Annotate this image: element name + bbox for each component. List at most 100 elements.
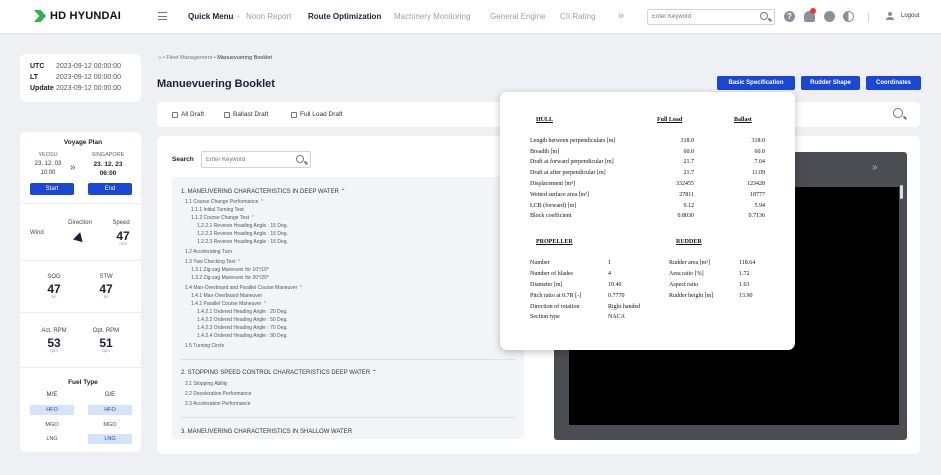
nav-cii-rating[interactable]: CII Rating	[560, 12, 596, 21]
menu-icon[interactable]	[158, 12, 167, 20]
hull-row-label: Breadth [m]	[530, 149, 560, 155]
ballast-header: Ballast	[734, 117, 752, 123]
wind-label: Wind	[30, 230, 44, 236]
toc-item[interactable]: 2.3 Acceleration Performance	[185, 401, 251, 407]
search-icon[interactable]	[296, 155, 304, 163]
rudder-row-value: 118.64	[739, 260, 756, 266]
hull-row-full: 0.8030	[677, 213, 695, 219]
hull-row-full: 21.7	[683, 159, 695, 165]
toc-item[interactable]: 2.2 Deceleration Performance	[185, 391, 251, 397]
all-draft-checkbox[interactable]: All Draft	[172, 111, 204, 118]
toc-item[interactable]: 1.1 Course Change Performance ⌃	[185, 199, 264, 205]
toc-item[interactable]: 1.3.1 Zig-zag Maneuver for 10°/10°	[191, 267, 269, 273]
search-icon[interactable]	[893, 108, 903, 118]
toc-item[interactable]: 1.4.2.4 Ordered Heading Angle : 90 Deg.	[197, 333, 288, 339]
home-icon[interactable]: ⌂	[158, 55, 161, 61]
toc-item[interactable]: 1.1.1 Initial Turning Test	[191, 207, 244, 213]
coordinates-button[interactable]: Coordinates	[866, 76, 921, 90]
propeller-row-value: 4	[608, 271, 611, 277]
nav-route-optimization[interactable]: Route Optimization	[308, 12, 381, 21]
toc-item[interactable]: 1.2 Accelerating Turn	[185, 249, 232, 255]
top-search-box[interactable]	[647, 9, 775, 25]
checkbox-box[interactable]	[224, 111, 230, 118]
toc-item[interactable]: 1.3 Yaw Checking Test ⌃	[185, 259, 241, 265]
nav-noon-report[interactable]: Noon Report	[246, 12, 291, 21]
hull-row-label: Length between perpendiculars [m]	[530, 138, 616, 144]
route-arrow-icon: »	[70, 162, 76, 173]
rudder-shape-button[interactable]: Rudder Shape	[801, 76, 860, 90]
rudder-row-value: 1.63	[739, 282, 750, 288]
opt-rpm-label: Opt. RPM	[92, 328, 120, 334]
hull-row-full: 9.12	[683, 203, 695, 209]
gear-icon[interactable]	[824, 11, 835, 22]
viewer-scrollbar[interactable]	[900, 185, 903, 199]
hull-row-ballast: 60.0	[754, 149, 766, 155]
brand-logo[interactable]: HD HYUNDAI	[34, 10, 121, 22]
toc-search-input[interactable]	[206, 155, 286, 165]
hull-row-full: 21.7	[683, 170, 695, 176]
fuel-ge-mgo[interactable]: MGO	[88, 420, 132, 430]
toc-item[interactable]: 1.4.1 Man-Overboard Maneuver	[191, 293, 262, 299]
hull-row-label: Displacement [m³]	[530, 181, 575, 187]
toc-item[interactable]: 1.5 Turning Circle	[185, 343, 224, 349]
toc-item[interactable]: 1.4.2 Parallel Course Maneuver ⌃	[191, 301, 267, 307]
notification-badge	[810, 8, 816, 14]
opt-rpm-unit: rpm	[102, 348, 110, 353]
toc-item[interactable]: 1.3.2 Zig-zag Maneuver for 20°/20°	[191, 275, 269, 281]
propeller-row-value: NACA	[608, 314, 626, 320]
full-load-draft-checkbox[interactable]: Full Load Draft	[291, 111, 343, 118]
theme-toggle-icon[interactable]	[843, 11, 854, 22]
basic-specification-button[interactable]: Basic Specification	[717, 76, 795, 90]
viewer-expand-icon[interactable]: »	[872, 162, 878, 173]
toc-item[interactable]: 1.2.2.1 Reverse Heading Angle : 15 Deg.	[197, 223, 288, 229]
top-search-input[interactable]	[652, 12, 752, 22]
nav-general-engine[interactable]: General Engine	[490, 12, 546, 21]
nav-quick-menu[interactable]: Quick Menu	[188, 12, 233, 21]
toc-section-3[interactable]: 3. MANEUVERING CHARACTERISTICS IN SHALLO…	[181, 429, 352, 435]
logout-link[interactable]: Logout	[901, 13, 919, 19]
fuel-me-mgo[interactable]: MGO	[30, 420, 74, 430]
checkbox-box[interactable]	[291, 111, 297, 118]
toc-search-box[interactable]	[201, 151, 311, 168]
nav-more-icon[interactable]: »	[618, 10, 624, 22]
fuel-ge-lng[interactable]: LNG	[88, 434, 132, 444]
table-of-contents[interactable]: 1. MANEUVERING CHARACTERISTICS IN DEEP W…	[172, 177, 524, 439]
fuel-me-lng[interactable]: LNG	[30, 434, 74, 444]
toc-item[interactable]: 2.1 Stopping Ability	[185, 381, 228, 387]
start-button[interactable]: Start	[30, 183, 74, 195]
rudder-row-value: 13.90	[739, 293, 753, 299]
toc-item[interactable]: 1.2.2.2 Reverse Heading Angle : 15 Deg.	[197, 231, 288, 237]
toc-item[interactable]: 1.2.2.3 Reverse Heading Angle : 15 Deg.	[197, 239, 288, 245]
hull-row-label: Block coefficient	[530, 213, 572, 219]
breadcrumb-fleet-management[interactable]: Fleet Management	[166, 55, 212, 61]
propeller-row-value: 0.7770	[608, 293, 625, 299]
checkbox-label: Full Load Draft	[300, 111, 343, 118]
utc-row: UTC 2023-09-12 00:00:00	[30, 63, 121, 70]
toc-item[interactable]: 1.4.2.1 Ordered Heading Angle : 20 Deg.	[197, 309, 288, 315]
checkbox-box[interactable]	[172, 111, 178, 118]
lt-label: LT	[30, 74, 39, 81]
hull-row-full: 332455	[676, 181, 694, 187]
user-icon[interactable]	[886, 12, 894, 21]
rudder-row-label: Aspect ratio	[669, 282, 699, 288]
toc-section-1[interactable]: 1. MANEUVERING CHARACTERISTICS IN DEEP W…	[181, 188, 346, 195]
end-button[interactable]: End	[88, 183, 132, 195]
fuel-me-hfo[interactable]: HFO	[30, 405, 74, 415]
toc-item[interactable]: 1.1.2 Course Change Test ⌃	[191, 215, 255, 221]
help-icon[interactable]: ?	[784, 11, 795, 22]
act-rpm-unit: rpm	[50, 348, 58, 353]
act-rpm-label: Act. RPM	[41, 328, 67, 334]
propeller-row-label: Section type	[530, 314, 560, 320]
search-icon[interactable]	[760, 12, 768, 20]
toc-item[interactable]: 1.4 Man-Overboard and Parallel Course Ma…	[185, 285, 303, 291]
toc-section-2[interactable]: 2. STOPPING SPEED CONTROL CHARACTERISTIC…	[181, 369, 377, 376]
toc-item[interactable]: 1.4.2.2 Ordered Heading Angle : 50 Deg.	[197, 317, 288, 323]
hull-row-label: Wetted surface area [m²]	[530, 192, 590, 198]
ballast-draft-checkbox[interactable]: Ballast Draft	[224, 111, 268, 118]
voyage-plan-title: Voyage Plan	[63, 139, 103, 146]
nav-machinery-monitoring[interactable]: Machinery Monitoring	[394, 12, 470, 21]
toc-item[interactable]: 1.4.2.3 Ordered Heading Angle : 70 Deg.	[197, 325, 288, 331]
fuel-ge-hfo[interactable]: HFO	[88, 405, 132, 415]
wind-direction-label: Direction	[68, 220, 92, 226]
search-label: Search	[172, 156, 194, 163]
